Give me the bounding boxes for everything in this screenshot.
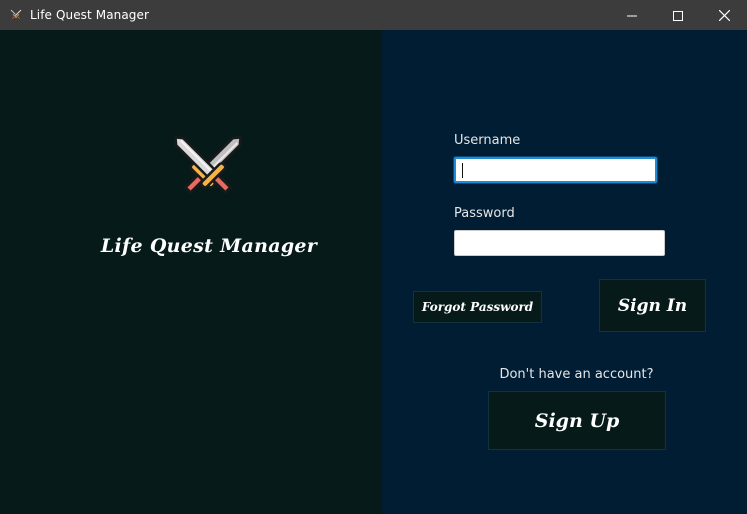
password-input[interactable]: [454, 230, 665, 256]
app-brand-name: Life Quest Manager: [100, 235, 318, 257]
window-controls: [609, 0, 747, 30]
forgot-password-button[interactable]: Forgot Password: [413, 291, 542, 323]
login-window: Life Quest Manager Life Quest Manager Us…: [0, 0, 747, 514]
username-label: Username: [454, 133, 521, 148]
close-icon: [718, 6, 730, 25]
sign-in-button[interactable]: Sign In: [599, 279, 706, 332]
minimize-button[interactable]: [609, 0, 655, 30]
text-caret: [462, 163, 463, 178]
maximize-icon: [673, 6, 683, 25]
username-input[interactable]: [454, 157, 657, 183]
title-bar: Life Quest Manager: [0, 0, 747, 30]
maximize-button[interactable]: [655, 0, 701, 30]
close-button[interactable]: [701, 0, 747, 30]
branding-panel: [0, 30, 382, 514]
password-label: Password: [454, 206, 515, 221]
crossed-swords-icon: [8, 7, 24, 23]
crossed-swords-icon: [166, 134, 250, 206]
window-title: Life Quest Manager: [30, 8, 150, 22]
minimize-icon: [627, 6, 637, 25]
sign-up-button[interactable]: Sign Up: [488, 391, 666, 450]
no-account-text: Don't have an account?: [499, 367, 654, 382]
